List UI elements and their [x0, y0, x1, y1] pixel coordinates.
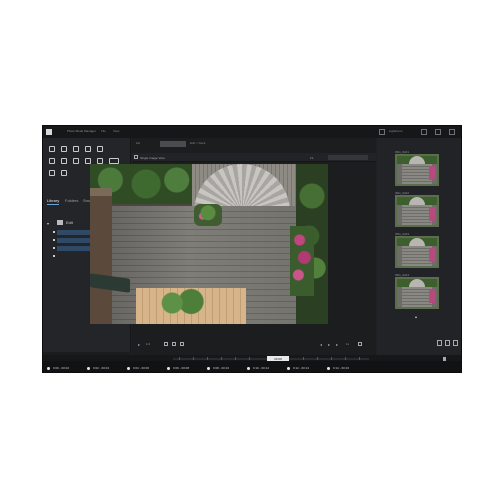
clip-label: 0:08 - 00:10	[213, 366, 230, 370]
thumbnail[interactable]	[395, 195, 439, 227]
clip-label: 0:10 - 00:12	[253, 366, 270, 370]
clip-dot-icon	[87, 367, 90, 370]
scroll-down-icon[interactable]: ▴	[415, 314, 417, 319]
clip-label: 0:14 - 00:16	[333, 366, 350, 370]
radial-icon[interactable]	[61, 158, 67, 164]
chevron-down-icon[interactable]: ▾	[47, 221, 49, 226]
bullet-icon	[53, 247, 55, 249]
search-input[interactable]	[328, 155, 368, 160]
clip-label: 0:12 - 00:14	[293, 366, 310, 370]
minimize-icon[interactable]	[421, 129, 427, 135]
info-icon[interactable]	[437, 340, 442, 346]
title-bar: Photo Mode Manager File View Lightroom	[43, 126, 461, 138]
clip-label: 0:06 - 00:08	[173, 366, 190, 370]
clip-dot-icon	[127, 367, 130, 370]
gradient-icon[interactable]	[49, 158, 55, 164]
timeline-tick	[331, 357, 332, 360]
thumbnail[interactable]	[395, 236, 439, 268]
active-tab-indicator	[47, 204, 59, 205]
menu-file[interactable]: File	[101, 129, 106, 133]
tab-library[interactable]: Library	[47, 198, 59, 203]
clip-dot-icon	[47, 367, 50, 370]
bench-plant	[156, 288, 210, 318]
clip-dot-icon	[247, 367, 250, 370]
pink-flowers	[290, 226, 314, 296]
clip-dot-icon	[207, 367, 210, 370]
panel-toggle-icon[interactable]	[379, 129, 385, 135]
fullscreen-icon[interactable]	[453, 340, 458, 346]
clip-strip: 0:00 - 00:02 0:02 - 00:04 0:04 - 00:06 0…	[43, 361, 461, 372]
clip-label: 0:04 - 00:06	[133, 366, 150, 370]
history-icon[interactable]	[49, 170, 55, 176]
timeline-tick	[249, 357, 250, 360]
eye-icon[interactable]	[73, 158, 79, 164]
tree-root-label: Edit	[66, 220, 73, 225]
zoom-level[interactable]: Fit	[310, 156, 313, 160]
timeline-tick	[359, 357, 360, 360]
wall-cap	[90, 188, 112, 196]
app-logo-icon	[46, 129, 52, 135]
planter	[194, 204, 222, 226]
app-window: Photo Mode Manager File View Lightroom L…	[42, 125, 462, 373]
timeline-tick	[345, 357, 346, 360]
brick-wall	[90, 188, 112, 324]
path-field[interactable]	[160, 141, 186, 147]
export-icon[interactable]	[445, 340, 450, 346]
grid-icon[interactable]	[61, 170, 67, 176]
photo-canvas[interactable]	[90, 164, 328, 324]
timeline-tick	[317, 357, 318, 360]
menu-view[interactable]: View	[113, 129, 119, 133]
timeline-tick	[303, 357, 304, 360]
bullet-icon	[53, 239, 55, 241]
clip-dot-icon	[167, 367, 170, 370]
timeline-tick	[235, 357, 236, 360]
bullet-icon	[53, 231, 55, 233]
path-prefix: Lib	[136, 141, 141, 145]
heal-icon[interactable]	[73, 146, 79, 152]
clip-dot-icon	[327, 367, 330, 370]
single-view-icon[interactable]	[134, 155, 138, 159]
timeline-tick	[193, 357, 194, 360]
mask-icon[interactable]	[85, 146, 91, 152]
brush-icon[interactable]	[97, 146, 103, 152]
view-toolbar: Single Image View Fit	[132, 153, 376, 162]
maximize-icon[interactable]	[435, 129, 441, 135]
timeline-tick	[207, 357, 208, 360]
clip-label: 0:02 - 00:04	[93, 366, 110, 370]
timeline-tick	[221, 357, 222, 360]
view-mode-label: Single Image View	[140, 156, 165, 160]
clip-label: 0:00 - 00:02	[53, 366, 70, 370]
folder-icon	[57, 220, 63, 225]
tab-folders[interactable]: Folders	[65, 198, 78, 203]
filmstrip-panel: IMG_0241 IMG_0242 IMG_0243 IMG_0244 ▴	[377, 138, 461, 355]
thumbnail[interactable]	[395, 154, 439, 186]
timeline-tick	[179, 357, 180, 360]
clip-dot-icon	[287, 367, 290, 370]
close-icon[interactable]	[449, 129, 455, 135]
breadcrumb: Edit > Deck	[190, 141, 206, 145]
app-title: Photo Mode Manager	[67, 129, 96, 133]
thumbnail[interactable]	[395, 277, 439, 309]
workspace-label[interactable]: Lightroom	[389, 129, 402, 133]
select-icon[interactable]	[49, 146, 55, 152]
crop-icon[interactable]	[61, 146, 67, 152]
bullet-icon	[53, 255, 55, 257]
